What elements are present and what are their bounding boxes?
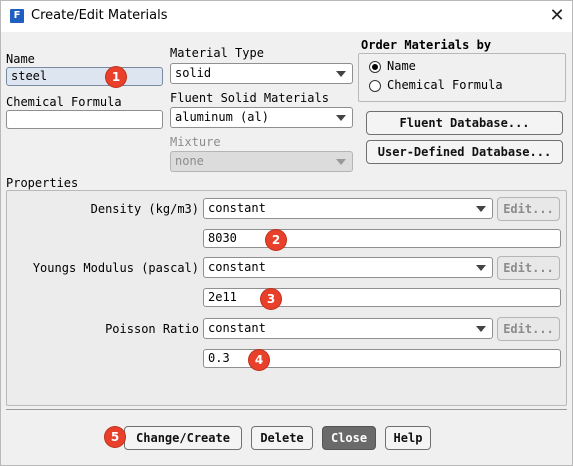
fluent-solid-materials-label: Fluent Solid Materials bbox=[170, 91, 329, 105]
chemical-formula-field[interactable] bbox=[6, 110, 163, 129]
change-create-button[interactable]: Change/Create bbox=[124, 426, 242, 450]
chevron-down-icon bbox=[336, 71, 346, 77]
material-type-label: Material Type bbox=[170, 46, 264, 60]
youngs-modulus-edit-button: Edit... bbox=[497, 256, 560, 280]
annotation-badge-2: 2 bbox=[266, 230, 286, 250]
annotation-badge-4: 4 bbox=[249, 350, 269, 370]
close-button[interactable]: Close bbox=[322, 426, 376, 450]
bottom-separator bbox=[6, 409, 567, 410]
density-value-field[interactable]: 8030 bbox=[203, 229, 561, 248]
fluent-solid-materials-value: aluminum (al) bbox=[175, 110, 269, 124]
order-by-chemical-formula-radio[interactable] bbox=[369, 80, 381, 92]
fluent-solid-materials-select[interactable]: aluminum (al) bbox=[170, 107, 353, 128]
chevron-down-icon bbox=[336, 115, 346, 121]
density-label: Density (kg/m3) bbox=[90, 202, 199, 216]
mixture-label: Mixture bbox=[170, 135, 221, 149]
chevron-down-icon bbox=[336, 159, 346, 165]
youngs-modulus-method-select[interactable]: constant bbox=[203, 257, 493, 278]
order-by-name-radio[interactable] bbox=[369, 61, 381, 73]
material-type-select[interactable]: solid bbox=[170, 63, 353, 84]
order-materials-by-label: Order Materials by bbox=[361, 38, 492, 52]
density-method-select[interactable]: constant bbox=[203, 198, 493, 219]
annotation-badge-5: 5 bbox=[105, 427, 125, 447]
chevron-down-icon bbox=[476, 326, 486, 332]
youngs-modulus-method-value: constant bbox=[208, 260, 266, 274]
close-icon[interactable]: ✕ bbox=[544, 4, 570, 28]
name-label: Name bbox=[6, 52, 35, 66]
fluent-app-icon: F bbox=[10, 9, 24, 23]
poisson-ratio-method-select[interactable]: constant bbox=[203, 318, 493, 339]
mixture-value: none bbox=[175, 154, 204, 168]
material-type-value: solid bbox=[175, 66, 212, 80]
chevron-down-icon bbox=[476, 265, 486, 271]
annotation-badge-3: 3 bbox=[261, 289, 281, 309]
radio-selected-dot bbox=[372, 64, 378, 70]
density-edit-button: Edit... bbox=[497, 197, 560, 221]
poisson-ratio-edit-button: Edit... bbox=[497, 317, 560, 341]
fluent-database-button[interactable]: Fluent Database... bbox=[366, 111, 563, 135]
density-method-value: constant bbox=[208, 201, 266, 215]
help-button[interactable]: Help bbox=[385, 426, 431, 450]
user-defined-database-button[interactable]: User-Defined Database... bbox=[366, 140, 563, 164]
order-by-chemical-formula-label: Chemical Formula bbox=[387, 78, 503, 92]
title-bar: F Create/Edit Materials ✕ bbox=[1, 1, 572, 32]
window-title: Create/Edit Materials bbox=[31, 8, 168, 23]
youngs-modulus-value-field[interactable]: 2e11 bbox=[203, 288, 561, 307]
poisson-ratio-method-value: constant bbox=[208, 321, 266, 335]
name-field[interactable]: steel bbox=[6, 67, 163, 86]
mixture-select: none bbox=[170, 151, 353, 172]
dialog-body: Name steel Chemical Formula Material Typ… bbox=[1, 32, 572, 465]
poisson-ratio-label: Poisson Ratio bbox=[105, 322, 199, 336]
chevron-down-icon bbox=[476, 206, 486, 212]
chemical-formula-label: Chemical Formula bbox=[6, 95, 122, 109]
order-materials-group: Name Chemical Formula bbox=[358, 53, 566, 102]
properties-label: Properties bbox=[6, 176, 79, 190]
delete-button[interactable]: Delete bbox=[251, 426, 313, 450]
order-by-name-label: Name bbox=[387, 59, 416, 73]
annotation-badge-1: 1 bbox=[106, 67, 126, 87]
youngs-modulus-label: Youngs Modulus (pascal) bbox=[32, 261, 199, 275]
create-edit-materials-dialog: F Create/Edit Materials ✕ Name steel Che… bbox=[0, 0, 573, 466]
